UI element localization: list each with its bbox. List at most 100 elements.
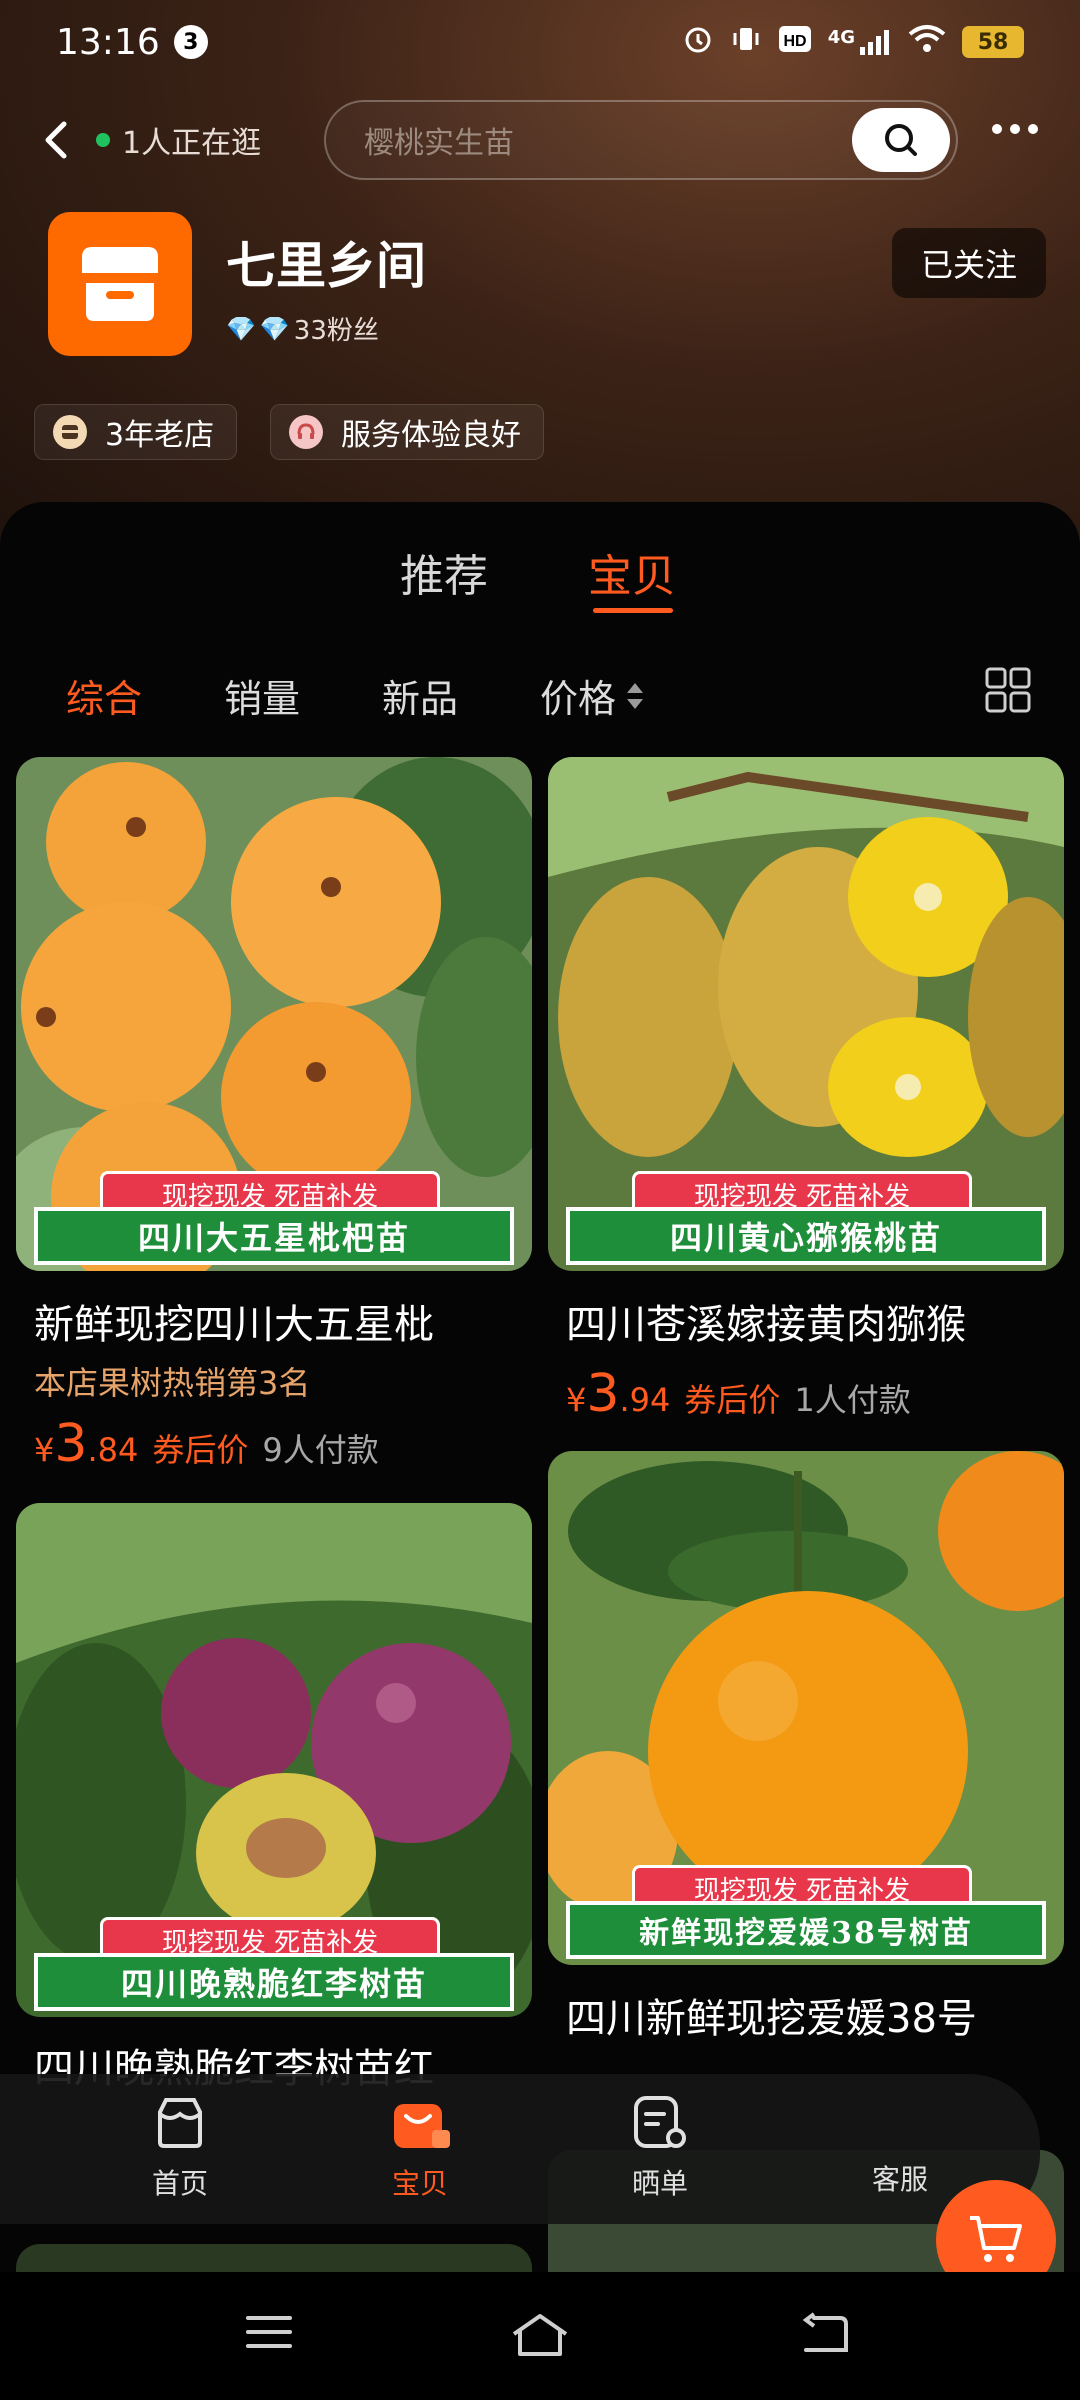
product-title[interactable]: 四川新鲜现挖爱媛38号 (566, 1986, 1046, 2044)
product-title[interactable]: 四川苍溪嫁接黄肉猕猴 (566, 1292, 1046, 1350)
live-visitors: 1人正在逛 (96, 118, 261, 162)
product-title[interactable]: 新鲜现挖四川大五星枇 (34, 1292, 514, 1350)
nav-label: 宝贝 (391, 2167, 448, 2200)
back-arrow-icon (45, 121, 67, 159)
sort-price-label: 价格 (540, 677, 617, 721)
store-badge-icon (53, 415, 87, 449)
tag-label: 服务体验良好 (341, 418, 521, 453)
more-dot-icon (1028, 124, 1038, 134)
layout-toggle-button[interactable] (984, 666, 1032, 714)
product-image-kiwi[interactable]: 现挖现发 死苗补发 四川黄心猕猴桃苗 (548, 757, 1064, 1271)
promo-banner: 现挖现发 死苗补发 新鲜现挖爱媛38号树苗 (548, 1865, 1064, 1965)
promo-title: 四川晚熟脆红李树苗 (34, 1953, 514, 2011)
active-tab-indicator (593, 608, 673, 613)
price-decimal: .84 (87, 1431, 139, 1469)
diamond-icon: 💎 (259, 314, 290, 343)
more-options-button[interactable] (992, 124, 1038, 134)
search-button[interactable] (852, 108, 950, 172)
alarm-icon (682, 23, 714, 62)
system-navigation-bar (0, 2272, 1080, 2400)
product-price: ¥ 3 .94 券后价 1人付款 (566, 1364, 911, 1424)
follow-button[interactable]: 已关注 (892, 228, 1046, 298)
search-placeholder: 樱桃实生苗 (364, 126, 514, 161)
price-symbol: ¥ (566, 1381, 587, 1419)
vibrate-icon (730, 23, 762, 62)
nav-label: 首页 (151, 2167, 208, 2200)
back-return-icon (802, 2312, 848, 2352)
nav-label: 客服 (871, 2163, 928, 2196)
nav-home[interactable]: 首页 (120, 2090, 240, 2202)
notification-count-badge: 3 (173, 25, 208, 59)
review-doc-icon (628, 2090, 692, 2154)
more-dot-icon (1010, 124, 1020, 134)
status-bar: 13:16 3 HD 4G 58 (0, 0, 1080, 84)
wifi-icon (908, 24, 946, 61)
price-integer: 3 (54, 1414, 88, 1474)
more-dot-icon (992, 124, 1002, 134)
hd-icon: HD (778, 24, 812, 61)
paid-count: 1人付款 (794, 1381, 911, 1419)
promo-title: 新鲜现挖爱媛38号树苗 (566, 1901, 1046, 1959)
storefront-icon (82, 247, 158, 321)
system-home-button[interactable] (510, 2312, 570, 2362)
product-price: ¥ 3 .84 券后价 9人付款 (34, 1414, 379, 1474)
shop-top-bar: 1人正在逛 樱桃实生苗 (0, 96, 1080, 184)
live-dot-icon (96, 133, 110, 147)
shop-tag-service[interactable]: 服务体验良好 (270, 404, 544, 460)
promo-title: 四川黄心猕猴桃苗 (566, 1207, 1046, 1265)
back-button[interactable] (34, 116, 82, 164)
system-back-button[interactable] (800, 2312, 850, 2360)
sort-price[interactable]: 价格 (540, 668, 648, 723)
product-rank: 本店果树热销第3名 (34, 1364, 311, 1402)
tab-recommend[interactable]: 推荐 (400, 540, 488, 604)
promo-banner: 现挖现发 死苗补发 四川黄心猕猴桃苗 (548, 1171, 1064, 1271)
sort-sales[interactable]: 销量 (224, 668, 300, 723)
sort-arrows-icon (627, 682, 644, 709)
battery-indicator: 58 (962, 26, 1024, 58)
shopping-bag-icon (388, 2090, 452, 2154)
shop-name: 七里乡间 (226, 237, 426, 295)
shop-bottom-nav: 首页 宝贝 晒单 客服 (0, 2074, 1040, 2224)
menu-lines-icon (246, 2316, 292, 2348)
home-store-icon (148, 2090, 212, 2154)
status-time: 13:16 (56, 21, 160, 63)
promo-title: 四川大五星枇杷苗 (34, 1207, 514, 1265)
price-decimal: .94 (619, 1381, 671, 1419)
promo-banner: 现挖现发 死苗补发 四川晚熟脆红李树苗 (16, 1917, 532, 2017)
main-tabs: 推荐 宝贝 (0, 540, 1080, 620)
fans-count: 33粉丝 (293, 316, 379, 346)
nav-reviews[interactable]: 晒单 (600, 2090, 720, 2202)
service-headset-icon (289, 415, 323, 449)
grid-layout-icon (985, 667, 1031, 713)
nav-service[interactable]: 客服 (840, 2158, 960, 2198)
diamond-icon: 💎 (226, 314, 256, 343)
home-icon (512, 2314, 568, 2356)
svg-text:HD: HD (783, 33, 806, 50)
shop-fans: 💎 💎 33粉丝 (226, 310, 379, 347)
tag-label: 3年老店 (105, 418, 215, 453)
product-image-orange[interactable]: 现挖现发 死苗补发 新鲜现挖爱媛38号树苗 (548, 1451, 1064, 1965)
sort-bar: 综合 销量 新品 价格 (0, 664, 1080, 724)
sort-new[interactable]: 新品 (382, 668, 458, 723)
signal-icon: 4G (828, 27, 892, 57)
shop-tag-old-store[interactable]: 3年老店 (34, 404, 238, 460)
product-image-plum[interactable]: 现挖现发 死苗补发 四川晚熟脆红李树苗 (16, 1503, 532, 2017)
after-coupon-label: 券后价 (684, 1381, 781, 1419)
product-image-loquat[interactable]: 现挖现发 死苗补发 四川大五星枇杷苗 (16, 757, 532, 1271)
system-menu-button[interactable] (246, 2312, 292, 2356)
after-coupon-label: 券后价 (152, 1431, 249, 1469)
live-visitors-text: 1人正在逛 (122, 126, 262, 161)
cart-icon (970, 2216, 1022, 2262)
sort-comprehensive[interactable]: 综合 (66, 668, 142, 723)
search-input[interactable]: 樱桃实生苗 (324, 100, 958, 180)
status-icons: HD 4G 58 (682, 23, 1024, 62)
search-icon (885, 124, 917, 156)
price-symbol: ¥ (34, 1431, 55, 1469)
tab-products[interactable]: 宝贝 (588, 540, 676, 604)
network-type: 4G (827, 27, 855, 48)
paid-count: 9人付款 (262, 1431, 379, 1469)
price-integer: 3 (586, 1364, 620, 1424)
nav-label: 晒单 (631, 2167, 688, 2200)
nav-products[interactable]: 宝贝 (360, 2090, 480, 2202)
shop-logo[interactable] (48, 212, 192, 356)
